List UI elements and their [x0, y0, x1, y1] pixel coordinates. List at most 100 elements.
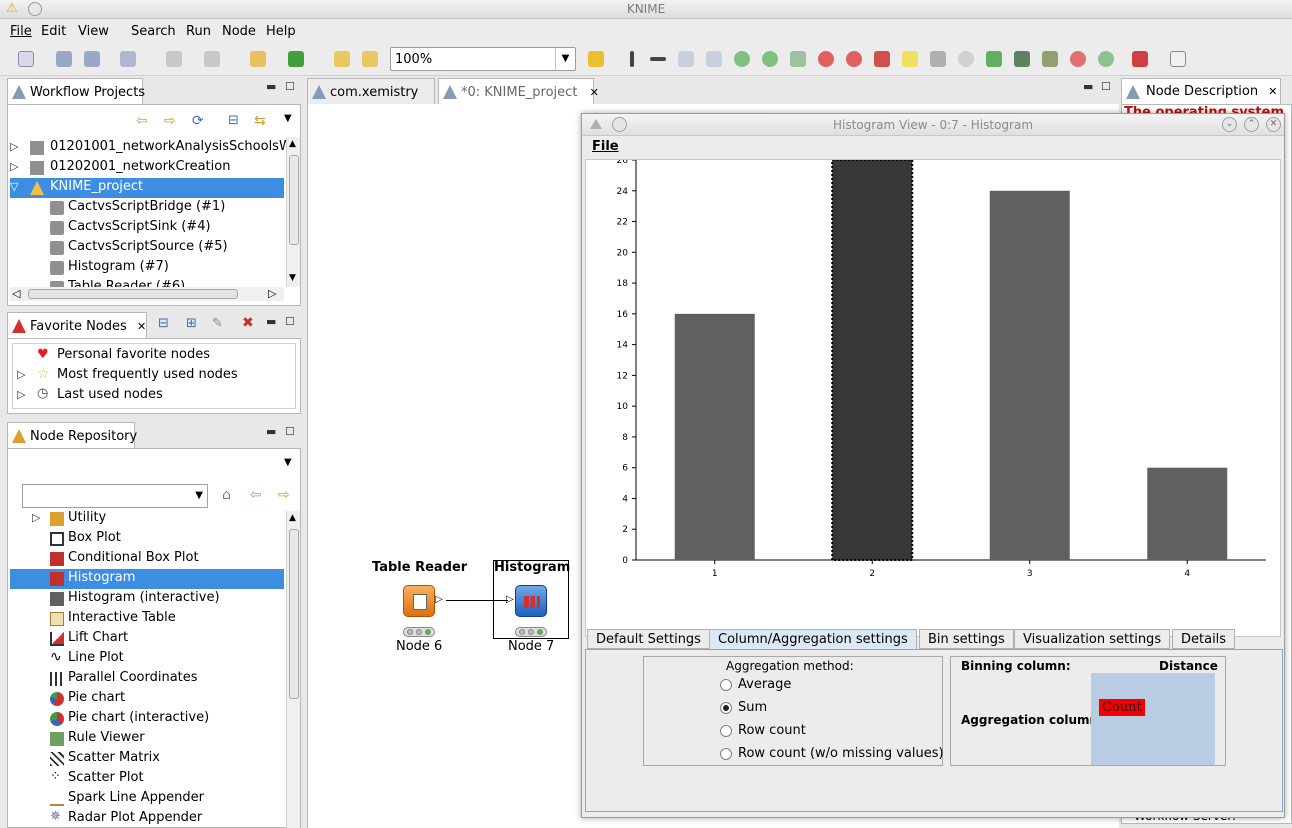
forward-icon[interactable]: ⇨: [164, 113, 176, 129]
node-label[interactable]: Node 7: [508, 639, 554, 654]
histogram-bar[interactable]: [674, 313, 755, 560]
connect-icon[interactable]: [288, 51, 304, 67]
repo-item-histogram[interactable]: Histogram: [10, 569, 284, 589]
menu-view[interactable]: View: [78, 24, 109, 39]
radio-average[interactable]: [720, 679, 732, 691]
tree-item-frequent[interactable]: ▷ ☆ Most frequently used nodes: [17, 366, 287, 386]
radio-row-count-label[interactable]: Row count: [738, 723, 806, 738]
tree-item-project[interactable]: ▷ 01201001_networkAnalysisSchoolsWi: [10, 138, 295, 158]
maximize-panel-button[interactable]: ☐: [285, 315, 295, 328]
repo-item-utility[interactable]: ▷ Utility: [10, 509, 284, 529]
undo-icon[interactable]: [334, 51, 350, 67]
aggregation-column-item-count[interactable]: Count: [1099, 699, 1145, 716]
aggregation-column-list[interactable]: Count: [1091, 673, 1215, 765]
scroll-right-icon[interactable]: ▷: [268, 287, 276, 300]
view-menu-icon[interactable]: ▼: [284, 457, 292, 468]
wrench-icon[interactable]: [1042, 51, 1058, 67]
repo-item[interactable]: Lift Chart: [10, 629, 284, 649]
vertical-scrollbar[interactable]: ▲: [286, 511, 300, 828]
repo-item[interactable]: Box Plot: [10, 529, 284, 549]
radio-sum-label[interactable]: Sum: [738, 700, 767, 715]
expand-icon[interactable]: ▷: [10, 160, 18, 173]
scroll-up-icon[interactable]: ▲: [289, 513, 296, 523]
scroll-left-icon[interactable]: ◁: [12, 287, 20, 300]
execute-all-icon[interactable]: [762, 51, 778, 67]
tab-favorite-nodes[interactable]: Favorite Nodes ✕: [7, 312, 147, 338]
menu-help[interactable]: Help: [266, 24, 296, 39]
tab-column-aggregation-settings[interactable]: Column/Aggregation settings: [709, 629, 917, 649]
repo-item[interactable]: Histogram (interactive): [10, 589, 284, 609]
node-label[interactable]: Node 6: [396, 639, 442, 654]
tab-com-xemistry[interactable]: com.xemistry: [307, 78, 435, 104]
expand-icon[interactable]: ▷: [32, 511, 40, 524]
tree-item-last-used[interactable]: ▷ ◷ Last used nodes: [17, 386, 287, 406]
repo-item[interactable]: Spark Line Appender: [10, 789, 284, 809]
collapse-icon[interactable]: ⊟: [228, 113, 239, 128]
new-icon[interactable]: [18, 51, 34, 67]
scrollbar-thumb[interactable]: [289, 529, 299, 699]
repo-item[interactable]: Interactive Table: [10, 609, 284, 629]
scroll-up-icon[interactable]: ▲: [289, 139, 296, 149]
tab-knime-project[interactable]: *0: KNIME_project ✕: [438, 78, 599, 104]
repo-item[interactable]: Pie chart (interactive): [10, 709, 284, 729]
repo-item[interactable]: Pie chart: [10, 689, 284, 709]
step-loop-icon[interactable]: [1098, 51, 1114, 67]
save-all-icon[interactable]: [84, 51, 100, 67]
tab-node-description[interactable]: Node Description ✕: [1121, 78, 1281, 104]
tree-item-node[interactable]: CactvsScriptBridge (#1): [10, 198, 284, 218]
radio-row-count-no-missing[interactable]: [720, 748, 732, 760]
stop-loop-icon[interactable]: [1070, 51, 1086, 67]
node-search-combo[interactable]: ▼: [22, 484, 208, 508]
scroll-down-icon[interactable]: ▼: [289, 273, 296, 283]
chevron-down-icon[interactable]: ▼: [555, 48, 575, 70]
meta-icon[interactable]: [1014, 51, 1030, 67]
histogram-chart-area[interactable]: 0 2 4 6 8 10 12 14 16 18 20 22 24 26 1 2 3 4: [585, 159, 1281, 637]
scrollbar-thumb[interactable]: [28, 289, 238, 299]
repo-item[interactable]: Parallel Coordinates: [10, 669, 284, 689]
save-icon[interactable]: [56, 51, 72, 67]
tree-item-node[interactable]: CactvsScriptSource (#5): [10, 238, 284, 258]
histogram-chart[interactable]: 024681012141618202224261 2 3 4: [586, 160, 1280, 636]
radio-average-label[interactable]: Average: [738, 677, 791, 692]
close-icon[interactable]: ✕: [137, 320, 146, 333]
maximize-panel-button[interactable]: ☐: [285, 425, 295, 438]
menu-node[interactable]: Node: [222, 24, 256, 39]
radio-sum[interactable]: [720, 702, 732, 714]
repo-item[interactable]: ∿ Line Plot: [10, 649, 284, 669]
tab-details[interactable]: Details: [1172, 629, 1236, 649]
histogram-window-titlebar[interactable]: Histogram View - 0:7 - Histogram ⌄ ⌃ ✕: [582, 114, 1284, 136]
tree-item-knime-project[interactable]: ▽ KNIME_project: [10, 178, 284, 198]
clear-icon[interactable]: ✎: [212, 316, 223, 331]
cancel-all-icon[interactable]: [846, 51, 862, 67]
node-search-input[interactable]: [25, 487, 185, 505]
auto-layout-icon[interactable]: [588, 51, 604, 67]
tab-bin-settings[interactable]: Bin settings: [919, 629, 1014, 649]
table-reader-node[interactable]: [403, 585, 435, 617]
layout-icon[interactable]: [204, 51, 220, 67]
output-port-icon[interactable]: ▷: [435, 594, 443, 605]
repo-item[interactable]: Conditional Box Plot: [10, 549, 284, 569]
tab-visualization-settings[interactable]: Visualization settings: [1014, 629, 1171, 649]
chart-line-icon[interactable]: [678, 51, 694, 67]
annotation-icon[interactable]: [902, 51, 918, 67]
execute-open-icon[interactable]: [790, 51, 806, 67]
tree-item-favorites[interactable]: ♥ Personal favorite nodes: [17, 346, 287, 366]
expand-all-icon[interactable]: ⊞: [186, 316, 197, 331]
reset-icon[interactable]: [874, 51, 890, 67]
histogram-menu-file[interactable]: File: [592, 139, 619, 154]
tree-item-project[interactable]: ▷ 01202001_networkCreation: [10, 158, 284, 178]
minimize-window-button[interactable]: ⌄: [1222, 117, 1237, 132]
repo-item[interactable]: Rule Viewer: [10, 729, 284, 749]
menu-run[interactable]: Run: [186, 24, 211, 39]
close-icon[interactable]: ✕: [590, 86, 599, 99]
tab-default-settings[interactable]: Default Settings: [587, 629, 710, 649]
back-icon[interactable]: ⇦: [136, 113, 148, 129]
dots-vertical-icon[interactable]: [630, 51, 634, 67]
maximize-panel-button[interactable]: ☐: [285, 80, 295, 93]
link-icon[interactable]: ⇆: [254, 113, 266, 129]
maximize-editor-button[interactable]: ☐: [1101, 80, 1111, 93]
repo-item[interactable]: ✵ Radar Plot Appender: [10, 809, 284, 828]
home-icon[interactable]: ⌂: [222, 487, 231, 503]
expand-icon[interactable]: ▷: [10, 140, 18, 153]
tab-node-repository[interactable]: Node Repository: [7, 422, 137, 448]
